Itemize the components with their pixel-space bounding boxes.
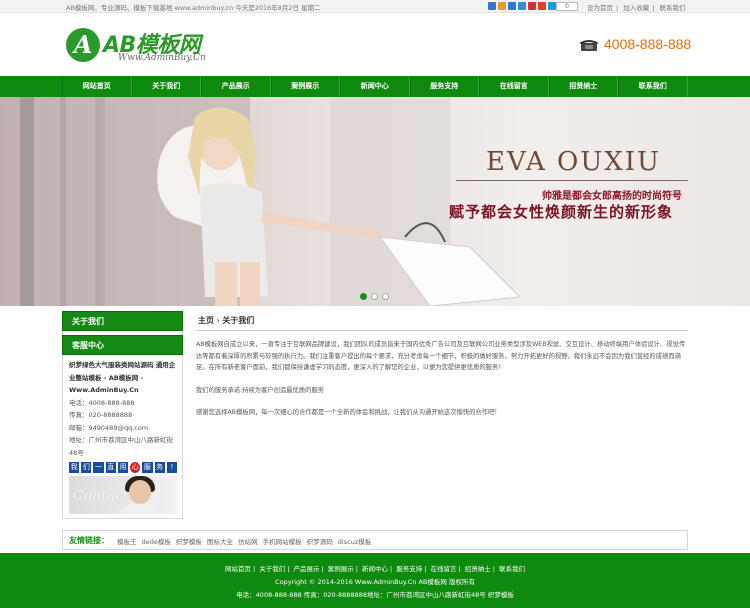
nav-item-cases[interactable]: 案例展示 [270, 76, 340, 97]
footer-link[interactable]: 关于我们 [259, 565, 285, 573]
footer-link[interactable]: 在线留言 [431, 565, 457, 573]
article-paragraph: AB模板网自成立以来，一直专注于互联网品牌建设，我们团队的成员皆来于国内优秀广告… [196, 341, 686, 371]
breadcrumb: 主页 › 关于我们 [196, 311, 688, 331]
agent-face [129, 480, 151, 504]
share-weibo-icon[interactable] [528, 2, 536, 10]
nav-item-service[interactable]: 服务支持 [409, 76, 479, 97]
fax-line: 传真：020-8888888 [69, 411, 133, 419]
friend-link[interactable]: 织梦模板 [176, 538, 202, 546]
sidebar-service-title: 客服中心 [62, 335, 183, 355]
banner-slogan-small: 帅雅是都会女郎高扬的时尚符号 [542, 191, 682, 202]
nav-item-contact[interactable]: 联系我们 [618, 76, 688, 97]
article-paragraph: 我们的服务承诺:持续为客户创造最优质的服务 [196, 386, 325, 394]
banner-brand: EVA OUXIU [486, 147, 661, 177]
share-more-icon[interactable] [548, 2, 556, 10]
add-favorite-link[interactable]: 加入收藏 [623, 4, 649, 12]
qq-char: ! [166, 462, 177, 473]
qq-char: 一 [93, 462, 104, 473]
qq-char: 心 [130, 462, 141, 473]
footer-link[interactable]: 新闻中心 [362, 565, 388, 573]
friend-link[interactable]: 手机网站模板 [263, 538, 302, 546]
share-renren-icon[interactable] [518, 2, 526, 10]
slider-dots [360, 293, 389, 300]
share-douban-icon[interactable] [538, 2, 546, 10]
header: A AB模板网 Www.AdminBuy.Cn 4008-888-888 [0, 14, 750, 76]
hotline-number: 4008-888-888 [604, 36, 692, 52]
agent-body [119, 504, 161, 514]
nav-item-news[interactable]: 新闻中心 [340, 76, 410, 97]
footer-link[interactable]: 招贤纳士 [465, 565, 491, 573]
footer-contact: 电话：4008-888-888 传真：020-8888888地址：广州市荔湾区中… [236, 591, 514, 599]
friend-link[interactable]: 模板王 [117, 538, 137, 546]
article-body: AB模板网自成立以来，一直专注于互联网品牌建设，我们团队的成员皆来于国内优秀广告… [196, 331, 688, 419]
footer-link[interactable]: 网站首页 [225, 565, 251, 573]
footer-links: 网站首页 | 关于我们 | 产品展示 | 案例展示 | 新闻中心 | 服务支持 | 在线留言… [224, 565, 526, 573]
phone-line: 电话：4008-888-888 [69, 398, 135, 407]
qq-char: 务 [154, 462, 165, 473]
logo-subtitle: Www.AdminBuy.Cn [118, 53, 206, 63]
online-service-banner[interactable]: 我 们 一 直 用 心 服 务 ! [69, 462, 177, 473]
breadcrumb-current: 关于我们 [222, 316, 255, 325]
friend-links: 友情链接： 模板王 dede模板 织梦模板 图标大全 仿站网 手机网站模板 织梦… [62, 530, 688, 550]
share-icons [488, 2, 556, 10]
friend-link[interactable]: 织梦源码 [307, 538, 333, 546]
email-line: 邮箱：9490489@qq.com [69, 423, 149, 432]
friend-link[interactable]: 仿站网 [238, 538, 258, 546]
main-content: 主页 › 关于我们 AB模板网自成立以来，一直专注于互联网品牌建设，我们团队的成… [196, 311, 688, 430]
address-line: 地址：广州市荔湾区中山八路新虹街48号 [69, 436, 173, 457]
footer-link[interactable]: 服务支持 [396, 565, 422, 573]
share-count: 0 [556, 2, 578, 11]
slider-dot-2[interactable] [371, 293, 378, 300]
breadcrumb-home[interactable]: 主页 [198, 316, 214, 325]
service-box: 织梦绿色大气服装类网站源码 通用企业整站模板 - AB模板网 - Www.Adm… [62, 355, 183, 519]
share-sina-icon[interactable] [498, 2, 506, 10]
friend-link[interactable]: 图标大全 [207, 538, 233, 546]
friend-link[interactable]: discuz模板 [338, 538, 371, 546]
welcome-text: AB模板网，专业源码、模板下载基地 www.adminbuy.cn 今天是201… [66, 4, 321, 12]
nav-item-products[interactable]: 产品展示 [201, 76, 271, 97]
top-links: 设为首页 | 加入收藏 | 联系我们 [587, 4, 686, 12]
banner-slogan-large: 赋予都会女性焕颜新生的新形象 [449, 203, 674, 221]
banner-slider[interactable]: EVA OUXIU 帅雅是都会女郎高扬的时尚符号 赋予都会女性焕颜新生的新形象 [0, 97, 750, 306]
article-paragraph: 感谢您选择AB模板网，每一次细心的合作都是一个全新的体会和挑战，让我们从沟通开始… [196, 409, 501, 416]
footer-link[interactable]: 产品展示 [293, 565, 319, 573]
nav-item-about[interactable]: 关于我们 [131, 76, 201, 97]
friend-links-label: 友情链接： [69, 536, 109, 545]
qq-char: 服 [142, 462, 153, 473]
footer-link[interactable]: 案例展示 [328, 565, 354, 573]
breadcrumb-separator: › [216, 316, 220, 325]
nav-item-home[interactable]: 网站首页 [62, 76, 132, 97]
qq-char: 用 [117, 462, 129, 473]
qq-char: 们 [81, 462, 92, 473]
set-homepage-link[interactable]: 设为首页 [587, 4, 613, 12]
company-name: 织梦绿色大气服装类网站源码 通用企业整站模板 - AB模板网 - Www.Adm… [69, 361, 176, 394]
telephone-icon [579, 40, 599, 51]
main-nav: 网站首页 关于我们 产品展示 案例展示 新闻中心 服务支持 在线留言 招贤纳士 … [0, 76, 750, 97]
qq-char: 我 [69, 462, 80, 473]
sidebar: 关于我们 客服中心 织梦绿色大气服装类网站源码 通用企业整站模板 - AB模板网… [62, 311, 183, 519]
contact-us-link[interactable]: 联系我们 [660, 4, 686, 12]
contact-image: Contact [69, 476, 177, 514]
footer-copyright: Copyright © 2014-2016 Www.AdminBuy.Cn AB… [275, 578, 475, 586]
nav-item-jobs[interactable]: 招贤纳士 [548, 76, 618, 97]
top-bar: AB模板网，专业源码、模板下载基地 www.adminbuy.cn 今天是201… [0, 0, 750, 13]
nav-item-message[interactable]: 在线留言 [479, 76, 549, 97]
sidebar-about-title[interactable]: 关于我们 [62, 311, 183, 331]
logo-icon[interactable]: A [66, 28, 100, 62]
friend-links-list: 模板王 dede模板 织梦模板 图标大全 仿站网 手机网站模板 织梦源码 dis… [117, 536, 374, 546]
slider-dot-1[interactable] [360, 293, 367, 300]
contact-label: Contact [73, 488, 129, 504]
share-tencent-icon[interactable] [508, 2, 516, 10]
share-qzone-icon[interactable] [488, 2, 496, 10]
friend-link[interactable]: dede模板 [142, 538, 171, 546]
banner-divider [456, 180, 688, 181]
footer-link[interactable]: 联系我们 [499, 565, 525, 573]
qq-char: 直 [105, 462, 116, 473]
slider-dot-3[interactable] [382, 293, 389, 300]
footer: 网站首页 | 关于我们 | 产品展示 | 案例展示 | 新闻中心 | 服务支持 | 在线留言… [0, 553, 750, 608]
